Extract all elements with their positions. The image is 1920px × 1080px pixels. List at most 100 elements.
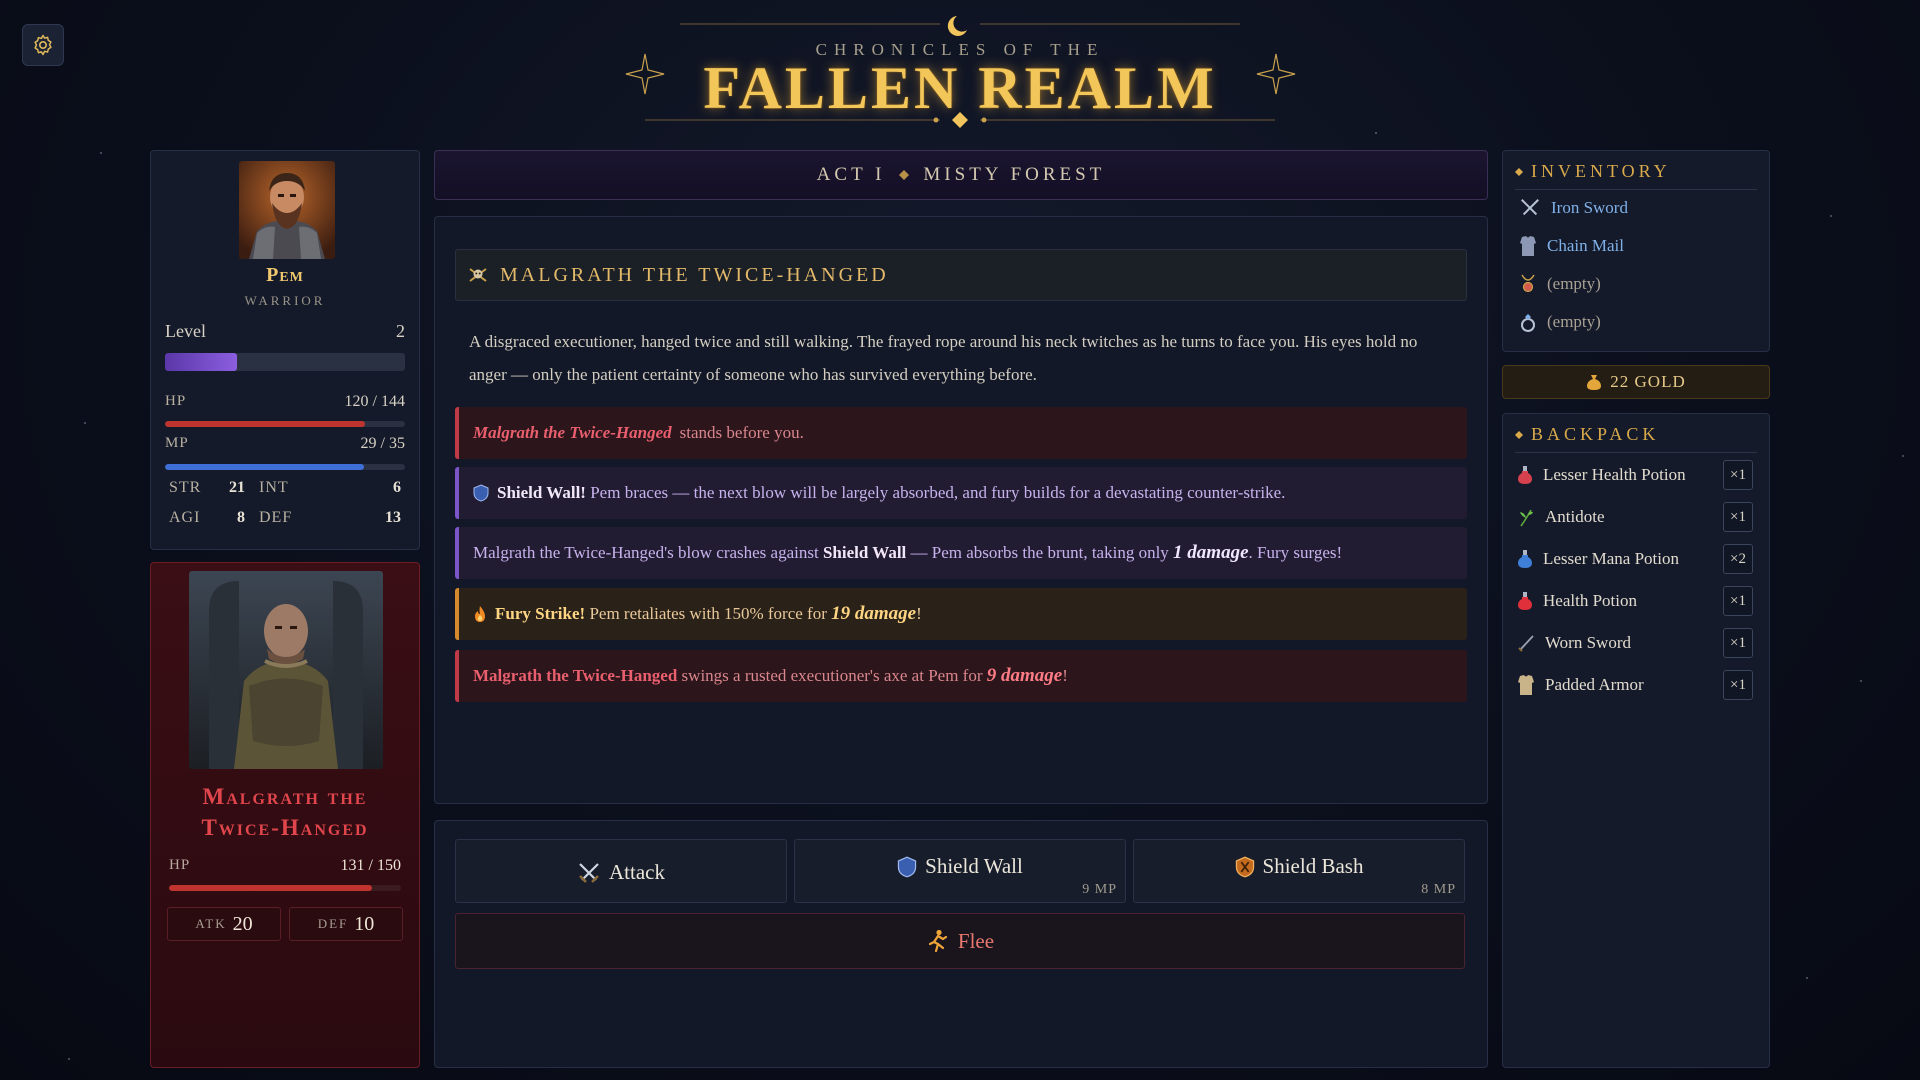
divider: [1515, 189, 1757, 190]
attack-label: Attack: [609, 860, 665, 884]
skull-crossbones-icon: [469, 268, 487, 282]
mp-label: MP: [165, 435, 189, 451]
enemy-atk-value: 20: [232, 912, 253, 935]
player-stats: STR 21 INT 6 AGI 8 DEF 13: [169, 479, 401, 527]
shield-bash-label: Shield Bash: [1262, 854, 1364, 878]
enemy-header-title: MALGRATH THE TWICE-HANGED: [500, 263, 889, 286]
log-text: swings a rusted executioner's axe at Pem…: [681, 666, 983, 685]
enemy-hp-bar: [169, 885, 401, 891]
bash-shield-icon: [1235, 856, 1254, 877]
combat-panel: MALGRATH THE TWICE-HANGED A disgraced ex…: [434, 216, 1488, 804]
item-quantity-button[interactable]: ×1: [1723, 502, 1753, 532]
item-name: Lesser Mana Potion: [1543, 549, 1679, 568]
log-text: . Fury surges!: [1248, 543, 1343, 562]
flame-icon: [475, 606, 485, 622]
flee-label: Flee: [957, 928, 995, 953]
log-bold: Shield Wall!: [497, 483, 586, 502]
item-quantity-button[interactable]: ×1: [1723, 628, 1753, 658]
backpack-item[interactable]: Worn Sword ×1: [1517, 626, 1753, 660]
enemy-def-chip: DEF 10: [289, 907, 403, 941]
amulet-icon: [1521, 274, 1535, 293]
backpack-item[interactable]: Lesser Mana Potion ×2: [1517, 542, 1753, 576]
log-damage: 19 damage: [831, 603, 917, 624]
log-bold: Fury Strike!: [495, 604, 586, 623]
shield-icon: [897, 856, 917, 877]
enemy-hp-bar-fill: [169, 885, 372, 891]
inventory-panel: INVENTORY Iron Sword Chain Mail (empty) …: [1502, 150, 1770, 352]
equip-slot-armor[interactable]: Chain Mail: [1519, 235, 1624, 257]
flee-button[interactable]: Flee: [455, 913, 1465, 969]
attack-button[interactable]: Attack: [455, 839, 787, 903]
enemy-hp-label: HP: [169, 857, 191, 873]
enemy-def-value: 10: [354, 912, 375, 935]
hp-bar: [165, 421, 405, 427]
log-text: stands before you.: [679, 423, 804, 442]
equip-weapon-name: Iron Sword: [1551, 198, 1628, 217]
item-quantity-button[interactable]: ×2: [1723, 544, 1753, 574]
equip-amulet-name: (empty): [1547, 274, 1601, 293]
str-value: 21: [229, 479, 245, 496]
backpack-title: BACKPACK: [1515, 424, 1659, 445]
log-text: — Pem absorbs the brunt, taking only: [910, 543, 1169, 562]
mp-value: 29 / 35: [360, 435, 405, 452]
backpack-item[interactable]: Antidote ×1: [1517, 500, 1753, 534]
item-quantity-button[interactable]: ×1: [1723, 670, 1753, 700]
equip-slot-weapon[interactable]: Iron Sword: [1519, 197, 1628, 219]
item-name: Worn Sword: [1545, 633, 1631, 652]
divider: [1515, 452, 1757, 453]
enemy-header: MALGRATH THE TWICE-HANGED: [455, 249, 1467, 301]
enemy-name: Malgrath the Twice-Hanged: [151, 781, 419, 843]
combat-log-entry: Shield Wall! Pem braces — the next blow …: [455, 467, 1467, 519]
xp-bar-fill: [165, 353, 237, 371]
shield-bash-button[interactable]: Shield Bash 8 MP: [1133, 839, 1465, 903]
location-bar: ACT I MISTY FOREST: [434, 150, 1488, 200]
diamond-icon: [899, 170, 910, 180]
backpack-item[interactable]: Lesser Health Potion ×1: [1517, 458, 1753, 492]
mp-bar-fill: [165, 464, 364, 470]
agi-value: 8: [237, 509, 245, 526]
log-damage: 9 damage: [986, 665, 1063, 686]
log-text: !: [916, 604, 922, 623]
backpack-item[interactable]: Padded Armor ×1: [1517, 668, 1753, 702]
enemy-panel: Malgrath the Twice-Hanged HP 131 / 150 A…: [150, 562, 420, 1068]
hp-label: HP: [165, 393, 187, 409]
backpack-title-label: BACKPACK: [1531, 424, 1660, 444]
item-name: Lesser Health Potion: [1543, 465, 1686, 484]
game-title: FALLEN REALM: [703, 55, 1217, 121]
log-text: Pem retaliates with 150% force for: [589, 604, 827, 623]
running-figure-icon: [928, 929, 948, 953]
equip-slot-amulet[interactable]: (empty): [1519, 273, 1601, 295]
hp-value: 120 / 144: [344, 393, 405, 410]
xp-bar: [165, 353, 405, 371]
shield-wall-button[interactable]: Shield Wall 9 MP: [794, 839, 1126, 903]
act-label: ACT I: [816, 164, 886, 185]
backpack-item[interactable]: Health Potion ×1: [1517, 584, 1753, 618]
combat-log-entry: Malgrath the Twice-Hanged stands before …: [455, 407, 1467, 459]
inventory-title-label: INVENTORY: [1531, 161, 1671, 181]
def-value: 13: [385, 509, 401, 526]
shield-bash-cost: 8 MP: [1421, 882, 1456, 897]
red-potion-icon: [1518, 592, 1532, 610]
item-quantity-button[interactable]: ×1: [1723, 586, 1753, 616]
crossed-swords-icon: [1521, 199, 1539, 216]
item-name: Padded Armor: [1545, 675, 1644, 694]
padded-armor-icon: [1518, 675, 1534, 695]
enemy-name-line2: Twice-Hanged: [201, 815, 369, 840]
gear-icon: [34, 34, 52, 56]
log-text: Malgrath the Twice-Hanged's blow crashes…: [473, 543, 819, 562]
diamond-icon: [1515, 430, 1523, 439]
equip-ring-name: (empty): [1547, 312, 1601, 331]
shield-wall-label: Shield Wall: [925, 854, 1023, 878]
enemy-description: A disgraced executioner, hanged twice an…: [469, 332, 1418, 384]
backpack-panel: BACKPACK Lesser Health Potion ×1 Antidot…: [1502, 413, 1770, 1068]
herb-icon: [1520, 509, 1533, 527]
item-quantity-button[interactable]: ×1: [1723, 460, 1753, 490]
int-value: 6: [393, 479, 401, 496]
settings-button[interactable]: [22, 24, 64, 66]
log-enemy-name: Malgrath the Twice-Hanged: [473, 423, 672, 442]
inventory-title: INVENTORY: [1515, 161, 1671, 182]
game-title-banner: CHRONICLES OF THE FALLEN REALM: [610, 8, 1310, 138]
equip-slot-ring[interactable]: (empty): [1519, 311, 1601, 333]
ring-icon: [1521, 314, 1535, 332]
enemy-atk-chip: ATK 20: [167, 907, 281, 941]
